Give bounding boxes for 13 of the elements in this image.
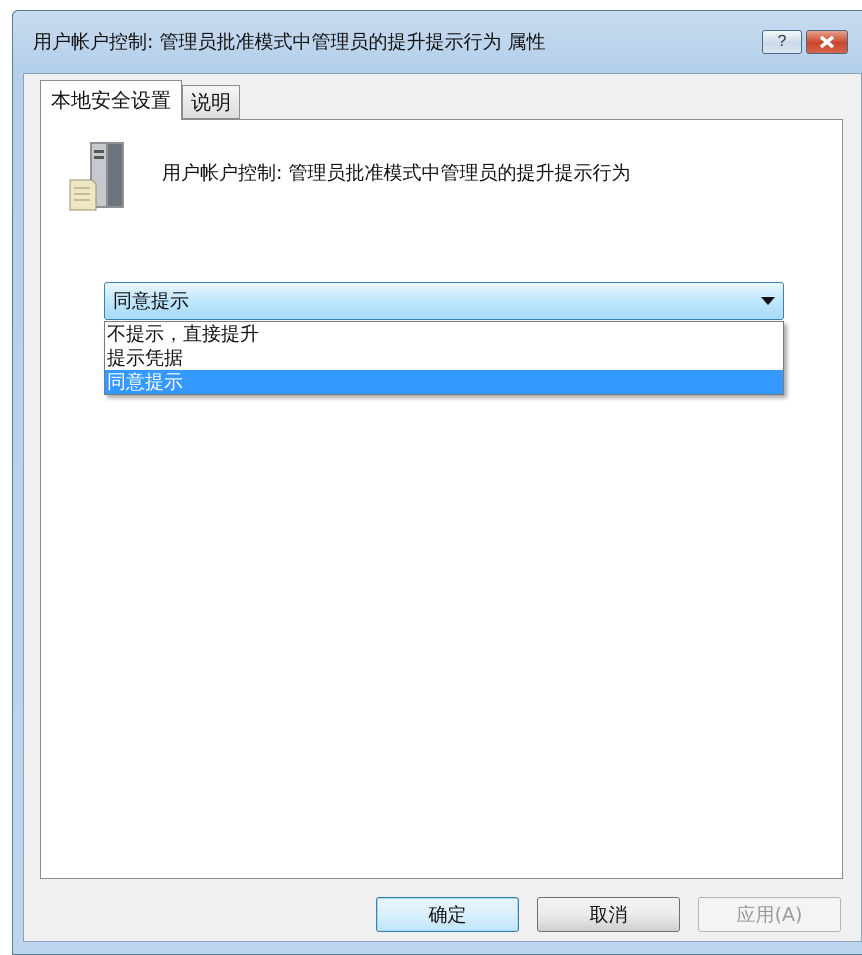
close-icon — [818, 35, 836, 49]
close-button[interactable] — [806, 30, 848, 54]
dropdown-option[interactable]: 不提示，直接提升 — [105, 322, 783, 346]
policy-name: 用户帐户控制: 管理员批准模式中管理员的提升提示行为 — [162, 161, 630, 186]
tab[interactable]: 本地安全设置 — [40, 80, 182, 120]
dropdown-option[interactable]: 提示凭据 — [105, 346, 783, 370]
dropdown-arrow-icon — [761, 297, 775, 305]
help-button[interactable]: ? — [762, 30, 802, 54]
dialog-button[interactable]: 取消 — [537, 897, 680, 932]
dropdown[interactable]: 同意提示 — [104, 282, 784, 320]
dialog-button[interactable]: 确定 — [376, 897, 519, 932]
window-title: 用户帐户控制: 管理员批准模式中管理员的提升提示行为 属性 — [32, 30, 546, 55]
tab[interactable]: 说明 — [182, 85, 240, 119]
